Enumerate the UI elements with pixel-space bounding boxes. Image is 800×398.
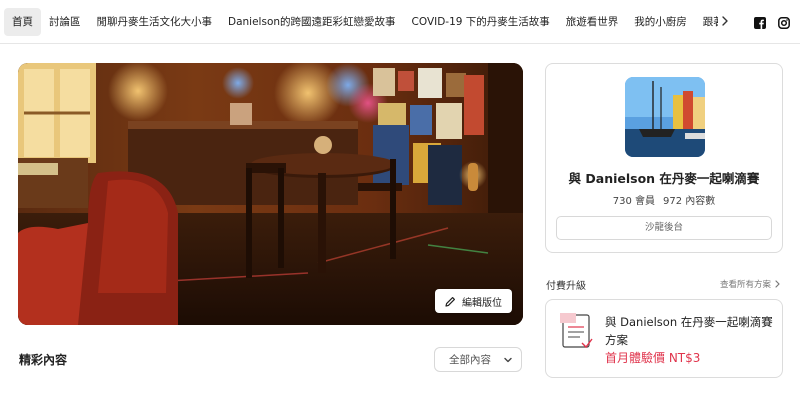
view-all-plans-label: 查看所有方案 bbox=[719, 280, 771, 290]
content-filter-value: 全部內容 bbox=[449, 354, 491, 366]
plan-name: 與 Danielson 在丹麥一起喇滴賽方案 bbox=[605, 315, 773, 347]
chevron-right-icon[interactable] bbox=[718, 14, 732, 28]
top-navigation: 首頁 討論區 閒聊丹麥生活文化大小事 Danielson的跨國遠距彩虹戀愛故事 … bbox=[0, 0, 800, 44]
plan-price: 首月體驗價 NT$3 bbox=[605, 351, 701, 365]
admin-dashboard-button[interactable]: 沙龍後台 bbox=[556, 216, 772, 240]
chevron-down-icon bbox=[504, 357, 512, 363]
content-filter-select[interactable]: 全部內容 bbox=[434, 347, 522, 372]
tab-home[interactable]: 首頁 bbox=[4, 8, 41, 36]
edit-layout-button[interactable]: 編輯版位 bbox=[435, 289, 512, 313]
tab-forum[interactable]: 討論區 bbox=[41, 8, 89, 36]
pencil-icon bbox=[445, 296, 455, 307]
group-name: 與 Danielson 在丹麥一起喇滴賽 bbox=[568, 171, 760, 186]
tab-denmark-life[interactable]: 閒聊丹麥生活文化大小事 bbox=[89, 8, 221, 36]
tab-covid[interactable]: COVID-19 下的丹麥生活故事 bbox=[404, 8, 558, 36]
view-all-plans-link[interactable]: 查看所有方案 bbox=[720, 278, 781, 290]
tab-love-story[interactable]: Danielson的跨國遠距彩虹戀愛故事 bbox=[220, 8, 404, 36]
tab-kitchen[interactable]: 我的小廚房 bbox=[626, 8, 695, 36]
group-stats: 730 會員 972 內容數 bbox=[546, 192, 782, 207]
post-count: 972 內容數 bbox=[663, 196, 716, 207]
hero-banner-image: 編輯版位 bbox=[18, 63, 523, 325]
nav-tabs: 首頁 討論區 閒聊丹麥生活文化大小事 Danielson的跨國遠距彩虹戀愛故事 … bbox=[4, 8, 718, 36]
edit-layout-label: 編輯版位 bbox=[462, 297, 502, 309]
group-info-card: 與 Danielson 在丹麥一起喇滴賽 730 會員 972 內容數 沙龍後台 bbox=[545, 63, 783, 253]
section-title: 精彩內容 bbox=[19, 353, 68, 367]
tab-travel[interactable]: 旅遊看世界 bbox=[558, 8, 627, 36]
instagram-icon[interactable] bbox=[778, 14, 792, 29]
group-avatar-image bbox=[625, 77, 705, 157]
upgrade-heading: 付費升級 bbox=[546, 281, 586, 292]
facebook-icon[interactable] bbox=[754, 14, 768, 29]
subscription-plan-card[interactable]: 與 Danielson 在丹麥一起喇滴賽方案 首月體驗價 NT$3 bbox=[545, 299, 783, 378]
chevron-right-icon bbox=[775, 280, 780, 288]
plan-document-icon bbox=[560, 313, 594, 355]
tab-follow[interactable]: 跟著 Da bbox=[695, 8, 718, 36]
member-count: 730 會員 bbox=[612, 196, 655, 207]
